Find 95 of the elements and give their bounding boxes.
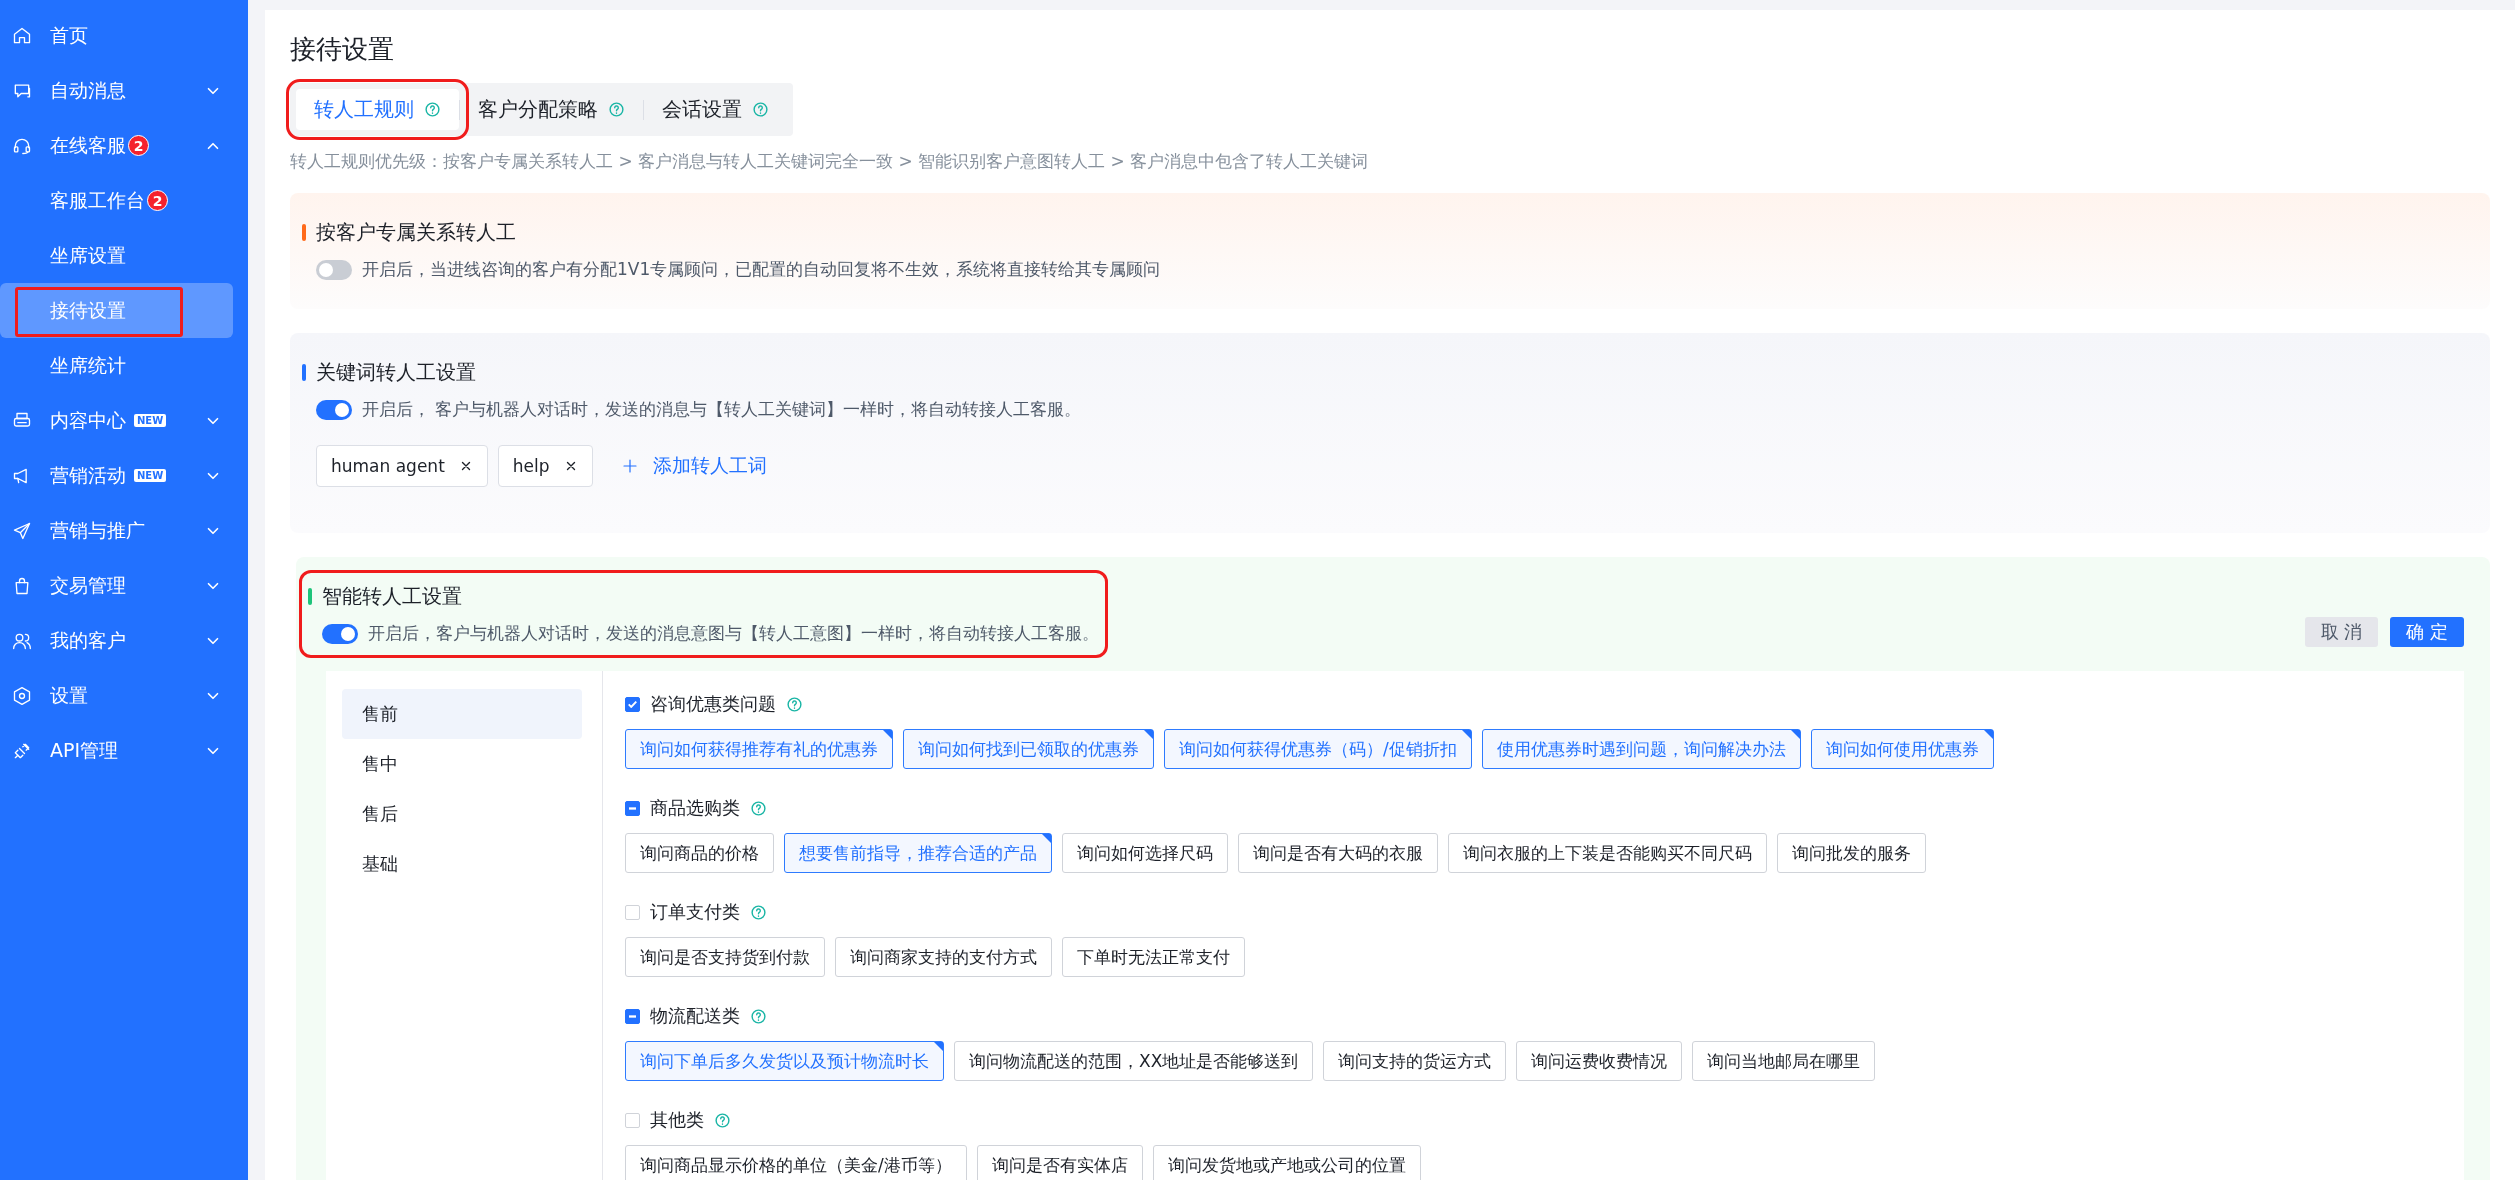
intent-option[interactable]: 询问支持的货运方式 [1323, 1041, 1507, 1081]
sidebar-subitem[interactable]: 坐席设置 [0, 228, 233, 283]
category-item[interactable]: 售前 [342, 689, 582, 739]
section-title: 智能转人工设置 [322, 583, 462, 610]
sidebar-item-label: API管理 [50, 737, 119, 763]
sidebar-subitem[interactable]: 坐席统计 [0, 338, 233, 393]
hexagon-settings-icon [12, 685, 32, 706]
category-item[interactable]: 售后 [342, 789, 582, 839]
sidebar-item[interactable]: 营销与推广 [0, 503, 248, 558]
section-title: 按客户专属关系转人工 [316, 219, 516, 246]
category-item[interactable]: 基础 [342, 839, 582, 889]
sidebar-item[interactable]: 内容中心 NEW [0, 393, 248, 448]
toggle-switch[interactable] [316, 259, 352, 280]
sidebar-item[interactable]: 首页 [0, 8, 248, 63]
priority-note: 转人工规则优先级：按客户专属关系转人工 > 客户消息与转人工关键词完全一致 > 智能识别客户意图转人工 > 客户消息中包含了转人工关键词 [290, 150, 1370, 173]
paper-plane-icon [12, 520, 32, 541]
sidebar-item-label: 设置 [50, 682, 88, 708]
sidebar-item[interactable]: API管理 [0, 723, 248, 778]
intent-option[interactable]: 询问商品的价格 [625, 833, 774, 873]
intent-option[interactable]: 询问是否有大码的衣服 [1238, 833, 1438, 873]
intent-option[interactable]: 询问是否支持货到付款 [625, 937, 825, 977]
sidebar-item[interactable]: 设置 [0, 668, 248, 723]
toggle-switch[interactable] [316, 399, 352, 420]
count-badge: 2 [147, 190, 168, 211]
intent-option[interactable]: 询问商品显示价格的单位（美金/港币等） [625, 1145, 967, 1180]
sidebar-subitem[interactable]: 接待设置 [0, 283, 233, 338]
intent-option[interactable]: 想要售前指导，推荐合适的产品 [784, 833, 1052, 873]
help-icon [750, 903, 767, 921]
keyword-tag: human agent [316, 445, 488, 487]
group-label: 其他类 [650, 1108, 704, 1132]
section-title: 关键词转人工设置 [316, 359, 476, 386]
keyword-tag: help [497, 445, 593, 487]
dash-icon [629, 1014, 636, 1018]
new-tag: NEW [134, 414, 167, 427]
section-description: 开启后，当进线咨询的客户有分配1V1专属顾问，已配置的自动回复将不生效，系统将直接转给其专属顾问 [362, 258, 1161, 281]
sidebar-item[interactable]: 在线客服 2 [0, 118, 248, 173]
confirm-button[interactable]: 确 定 [2390, 617, 2464, 647]
sidebar-item-label: 自动消息 [50, 77, 126, 103]
cancel-button[interactable]: 取 消 [2304, 617, 2379, 647]
home-icon [12, 25, 32, 46]
help-icon [752, 101, 769, 118]
group-label: 咨询优惠类问题 [650, 692, 776, 716]
intent-option[interactable]: 询问物流配送的范围，XX地址是否能够送到 [954, 1041, 1314, 1081]
group-label: 商品选购类 [650, 796, 740, 820]
intent-option[interactable]: 询问发货地或产地或公司的位置 [1152, 1145, 1421, 1180]
sidebar-item[interactable]: 我的客户 [0, 613, 248, 668]
toggle-switch[interactable] [322, 623, 358, 644]
help-icon [750, 799, 767, 817]
intent-option[interactable]: 询问下单后多久发货以及预计物流时长 [625, 1041, 944, 1081]
add-keyword-link[interactable]: 添加转人工词 [620, 453, 767, 479]
tab[interactable]: 会话设置 [644, 89, 787, 130]
group-label: 订单支付类 [650, 900, 740, 924]
section-description: 开启后，客户与机器人对话时，发送的消息意图与【转人工意图】一样时，将自动转接人工客服。 [368, 622, 1099, 645]
sidebar-item[interactable]: 自动消息 [0, 63, 248, 118]
new-tag: NEW [134, 469, 167, 482]
section-description: 开启后， 客户与机器人对话时，发送的消息与【转人工关键词】一样时，将自动转接人工客服。 [362, 398, 1082, 421]
intent-option[interactable]: 询问是否有实体店 [976, 1145, 1143, 1180]
sidebar-item[interactable]: 营销活动 NEW [0, 448, 248, 503]
intent-option[interactable]: 询问如何找到已领取的优惠券 [903, 729, 1154, 769]
intent-option[interactable]: 使用优惠券时遇到问题，询问解决办法 [1481, 729, 1801, 769]
help-icon [424, 101, 441, 118]
dash-icon [629, 806, 636, 810]
sidebar-item-label: 营销与推广 [50, 517, 145, 543]
intent-option[interactable]: 询问商家支持的支付方式 [835, 937, 1052, 977]
page-title: 接待设置 [290, 33, 395, 66]
intent-option[interactable]: 询问如何选择尺码 [1062, 833, 1228, 873]
intent-option[interactable]: 询问衣服的上下装是否能购买不同尺码 [1448, 833, 1767, 873]
sidebar-item-label: 营销活动 [50, 462, 126, 488]
tab[interactable]: 客户分配策略 [460, 89, 643, 130]
sidebar-item-label: 在线客服 [50, 132, 126, 158]
checkbox[interactable] [625, 800, 640, 816]
intent-option[interactable]: 下单时无法正常支付 [1062, 937, 1245, 977]
checkmark-icon [628, 700, 637, 708]
intent-option[interactable]: 询问当地邮局在哪里 [1692, 1041, 1876, 1081]
help-icon [608, 101, 625, 118]
help-icon [750, 1007, 767, 1025]
intent-option[interactable]: 询问运费收费情况 [1516, 1041, 1683, 1081]
sidebar-item-label: 首页 [50, 22, 88, 48]
intent-option[interactable]: 询问如何获得优惠券（码）/促销折扣 [1164, 729, 1472, 769]
intent-option[interactable]: 询问如何获得推荐有礼的优惠券 [625, 729, 893, 769]
sidebar-item-label: 我的客户 [50, 627, 126, 653]
category-item[interactable]: 售中 [342, 739, 582, 789]
group-label: 物流配送类 [650, 1004, 740, 1028]
sidebar-subitem[interactable]: 客服工作台 2 [0, 173, 233, 228]
sidebar-item-label: 内容中心 [50, 407, 126, 433]
help-icon [786, 695, 803, 713]
intent-option[interactable]: 询问如何使用优惠券 [1810, 729, 1994, 769]
tab[interactable]: 转人工规则 [296, 89, 459, 130]
count-badge: 2 [128, 135, 149, 156]
checkbox[interactable] [625, 696, 640, 712]
help-icon [714, 1111, 731, 1129]
sidebar-item-label: 交易管理 [50, 572, 126, 598]
intent-option[interactable]: 询问批发的服务 [1777, 833, 1926, 873]
sidebar-item[interactable]: 交易管理 [0, 558, 248, 613]
checkbox[interactable] [625, 1008, 640, 1024]
